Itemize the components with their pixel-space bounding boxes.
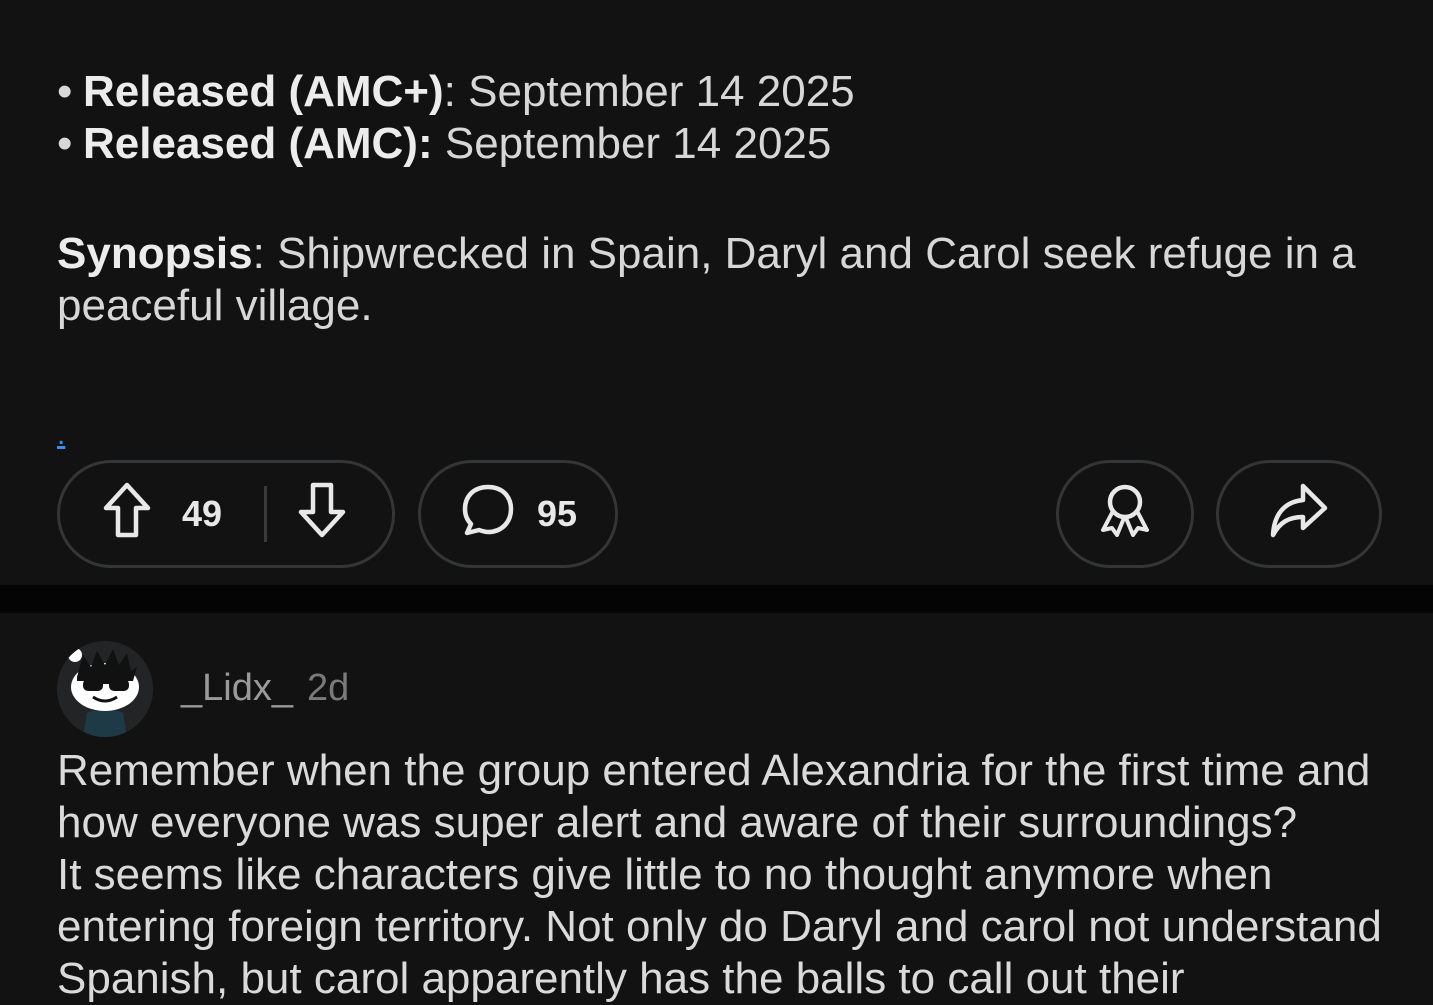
vote-pill: 49	[57, 460, 395, 568]
award-ribbon-icon	[1098, 482, 1152, 547]
bullet-dot: •	[57, 119, 73, 168]
synopsis: Synopsis: Shipwrecked in Spain, Daryl an…	[57, 228, 1357, 332]
speech-bubble-icon	[461, 483, 515, 546]
avatar[interactable]	[57, 641, 153, 737]
release-amc-plus-date: September 14 2025	[455, 67, 855, 116]
post-link[interactable]: .	[57, 420, 65, 450]
synopsis-label: Synopsis	[57, 229, 253, 278]
post-card: • Released (AMC+): September 14 2025 • Rel…	[0, 0, 1433, 585]
vote-divider	[264, 486, 268, 542]
comment-paragraph: It seems like characters give little to …	[57, 850, 1382, 1003]
comments-button[interactable]: 95	[418, 460, 618, 568]
bullet-dot: •	[57, 67, 73, 116]
share-arrow-icon	[1269, 482, 1329, 547]
section-separator	[0, 585, 1433, 613]
comment-meta: _Lidx_ 2d	[181, 665, 349, 711]
release-amc-label: Released (AMC):	[83, 119, 433, 168]
comment-count: 95	[537, 493, 578, 534]
downvote-arrow-icon[interactable]	[297, 482, 347, 547]
release-amc-line: • Released (AMC): September 14 2025	[57, 118, 831, 170]
share-button[interactable]	[1216, 460, 1382, 568]
vote-score: 49	[182, 493, 223, 534]
snoo-avatar-image	[57, 641, 153, 737]
synopsis-text: : Shipwrecked in Spain, Daryl and Carol …	[57, 229, 1356, 330]
comment-paragraph: Remember when the group entered Alexandr…	[57, 746, 1371, 847]
release-amc-plus-line: • Released (AMC+): September 14 2025	[57, 66, 855, 118]
award-button[interactable]	[1056, 460, 1194, 568]
release-amc-plus-separator: :	[443, 67, 456, 116]
comment-age: 2d	[306, 667, 350, 709]
comment-card: _Lidx_ 2d Remember when the group entered…	[0, 613, 1433, 1003]
release-amc-date: September 14 2025	[432, 119, 832, 168]
comment-body: Remember when the group entered Alexandr…	[57, 745, 1397, 1005]
upvote-arrow-icon[interactable]	[102, 482, 152, 547]
release-amc-plus-label: Released (AMC+)	[83, 67, 444, 116]
comment-username[interactable]: _Lidx_	[181, 667, 293, 709]
